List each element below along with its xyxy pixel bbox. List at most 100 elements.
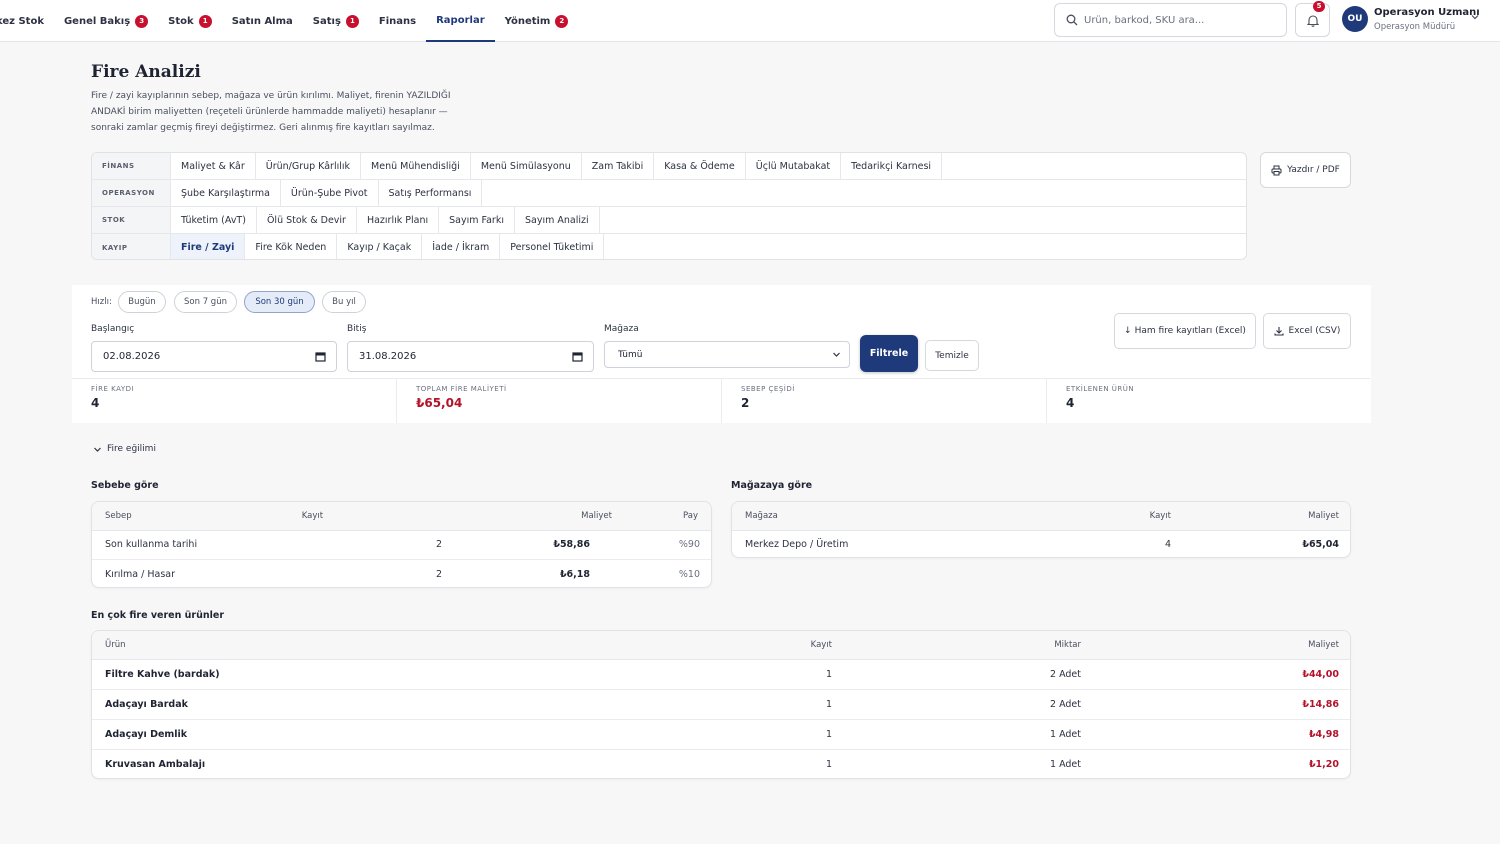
by-reason-table: Sebep Kayıt Maliyet Pay Son kullanma tar… [91, 501, 712, 588]
tab-kasa-odeme[interactable]: Kasa & Ödeme [654, 153, 746, 179]
fire-trend-toggle[interactable]: Fire eğilimi [93, 444, 156, 454]
tab-category-label: KAYIP [92, 234, 171, 259]
cell-kayit: 2 [372, 530, 455, 560]
nav-item-genel-bakis[interactable]: Genel Bakış 3 [54, 0, 158, 42]
nav-item-merkez-stok[interactable]: kez Stok [0, 0, 54, 42]
stat-value: 4 [91, 396, 100, 410]
nav-item-finans[interactable]: Finans [369, 0, 426, 42]
tab-tedarikci-karnesi[interactable]: Tedarikçi Karnesi [841, 153, 943, 179]
end-date-label: Bitiş [347, 324, 367, 334]
table-row: Merkez Depo / Üretim 4 ₺65,04 [732, 530, 1350, 557]
tab-iade-ikram[interactable]: İade / İkram [422, 234, 501, 259]
tab-zam-takibi[interactable]: Zam Takibi [582, 153, 655, 179]
store-select[interactable]: Tümü [604, 341, 850, 368]
start-date-label: Başlangıç [91, 324, 135, 334]
nav-item-stok[interactable]: Stok 1 [158, 0, 222, 42]
tab-hazirlik-plani[interactable]: Hazırlık Planı [357, 207, 440, 233]
print-pdf-button[interactable]: Yazdır / PDF [1260, 152, 1351, 188]
quick-chip-son-7-gun[interactable]: Son 7 gün [174, 291, 237, 313]
csv-export-button[interactable]: Excel (CSV) [1263, 313, 1351, 349]
raw-export-label: Ham fire kayıtları (Excel) [1134, 326, 1246, 336]
stat-toplam-fire-maliyeti: TOPLAM FİRE MALİYETİ ₺65,04 [397, 379, 722, 423]
user-name: Operasyon Uzmanı [1374, 7, 1480, 18]
nav-item-satin-alma[interactable]: Satın Alma [222, 0, 303, 42]
table-row: Son kullanma tarihi 2 ₺58,86 %90 [92, 530, 711, 560]
tab-sube-karsilastirma[interactable]: Şube Karşılaştırma [171, 180, 281, 206]
tab-urun-sube-pivot[interactable]: Ürün-Şube Pivot [281, 180, 379, 206]
tab-menu-muhendisligi[interactable]: Menü Mühendisliği [361, 153, 471, 179]
tab-maliyet-kar[interactable]: Maliyet & Kâr [171, 153, 256, 179]
cell-kayit: 1 [825, 758, 832, 770]
end-date-input[interactable]: 31.08.2026 [347, 341, 594, 372]
cell-sebep: Kırılma / Hasar [105, 569, 176, 581]
nav-item-raporlar[interactable]: Raporlar [426, 0, 495, 42]
start-date-input[interactable]: 02.08.2026 [91, 341, 337, 372]
column-header-kayit[interactable]: Kayıt [1032, 502, 1184, 531]
table-row: Adaçayı Bardak 1 2 Adet ₺14,86 [92, 689, 1350, 720]
main-nav: kez Stok Genel Bakış 3 Stok 1 Satın Alma S… [0, 0, 578, 42]
calendar-icon[interactable] [315, 351, 326, 362]
cell-pay: %90 [603, 530, 711, 560]
cell-miktar: 2 Adet [845, 689, 1094, 720]
nav-item-yonetim[interactable]: Yönetim 2 [495, 0, 579, 42]
top-products-table: Ürün Kayıt Miktar Maliyet Filtre Kahve (… [91, 630, 1351, 779]
tab-kayip-kacak[interactable]: Kayıp / Kaçak [337, 234, 423, 259]
tab-personel-tuketimi[interactable]: Personel Tüketimi [500, 234, 605, 259]
top-navbar: kez Stok Genel Bakış 3 Stok 1 Satın Alma S… [0, 0, 1500, 42]
fire-trend-label: Fire eğilimi [107, 444, 156, 454]
filter-button[interactable]: Filtrele [860, 335, 918, 372]
clear-button[interactable]: Temizle [925, 340, 979, 371]
column-header-maliyet[interactable]: Maliyet [1094, 631, 1350, 660]
tab-category-label: FİNANS [92, 153, 171, 179]
bell-icon [1306, 14, 1319, 27]
avatar[interactable]: OU [1342, 6, 1368, 32]
csv-export-label: Excel (CSV) [1288, 326, 1341, 336]
quick-chip-bugun[interactable]: Bugün [118, 291, 166, 313]
tab-menu-simulasyonu[interactable]: Menü Simülasyonu [471, 153, 582, 179]
chevron-down-icon[interactable] [1470, 13, 1480, 21]
nav-badge: 3 [135, 14, 149, 28]
tab-fire-kok-neden[interactable]: Fire Kök Neden [245, 234, 338, 259]
column-header-maliyet[interactable]: Maliyet [1184, 502, 1350, 531]
tab-olu-stok-devir[interactable]: Ölü Stok & Devir [257, 207, 357, 233]
nav-item-label: Yönetim [504, 15, 551, 27]
table-header-row: Mağaza Kayıt Maliyet [732, 502, 1350, 531]
nav-item-label: Finans [378, 15, 417, 27]
global-search[interactable] [1054, 3, 1287, 37]
tab-uclu-mutabakat[interactable]: Üçlü Mutabakat [746, 153, 842, 179]
tab-sayim-analizi[interactable]: Sayım Analizi [515, 207, 600, 233]
column-header-magaza[interactable]: Mağaza [732, 502, 1032, 531]
quick-chip-bu-yil[interactable]: Bu yıl [322, 291, 366, 313]
nav-item-label: Satın Alma [231, 15, 293, 27]
search-input[interactable] [1084, 14, 1274, 26]
by-store-title: Mağazaya göre [731, 480, 813, 491]
raw-export-button[interactable]: ↓ Ham fire kayıtları (Excel) [1114, 313, 1256, 349]
chevron-down-icon [94, 447, 101, 452]
tab-satis-performansi[interactable]: Satış Performansı [379, 180, 483, 206]
cell-urun: Adaçayı Bardak [92, 689, 612, 720]
top-products-title: En çok fire veren ürünler [91, 610, 225, 621]
nav-item-satis[interactable]: Satış 1 [303, 0, 369, 42]
column-header-pay[interactable]: Pay [624, 502, 711, 531]
tab-fire-zayi[interactable]: Fire / Zayi [171, 234, 246, 259]
cell-kayit: 4 [1164, 538, 1171, 550]
tab-tuketim-avt[interactable]: Tüketim (AvT) [171, 207, 257, 233]
notifications-button[interactable]: 5 [1295, 1, 1330, 37]
quick-chip-son-30-gun[interactable]: Son 30 gün [244, 291, 315, 313]
column-header-miktar[interactable]: Miktar [845, 631, 1094, 660]
summary-stats: FİRE KAYDI 4 TOPLAM FİRE MALİYETİ ₺65,04… [72, 378, 1371, 423]
column-header-kayit[interactable]: Kayıt [301, 502, 582, 531]
tab-row-operasyon: OPERASYON Şube Karşılaştırma Ürün-Şube P… [92, 180, 1246, 207]
calendar-icon[interactable] [572, 351, 583, 362]
table-row: Filtre Kahve (bardak) 1 2 Adet ₺44,00 [92, 659, 1350, 690]
tab-urun-grup-karlilik[interactable]: Ürün/Grup Kârlılık [256, 153, 362, 179]
column-header-kayit[interactable]: Kayıt [612, 631, 845, 660]
column-header-sebep[interactable]: Sebep [92, 502, 302, 531]
column-header-urun[interactable]: Ürün [92, 631, 612, 660]
arrow-down-icon: ↓ [1124, 326, 1132, 336]
cell-sebep: Son kullanma tarihi [92, 530, 372, 560]
column-header-maliyet[interactable]: Maliyet [581, 502, 625, 531]
nav-item-label: Satış [312, 15, 341, 27]
cell-maliyet: ₺65,04 [1302, 538, 1339, 550]
tab-sayim-farki[interactable]: Sayım Farkı [439, 207, 515, 233]
